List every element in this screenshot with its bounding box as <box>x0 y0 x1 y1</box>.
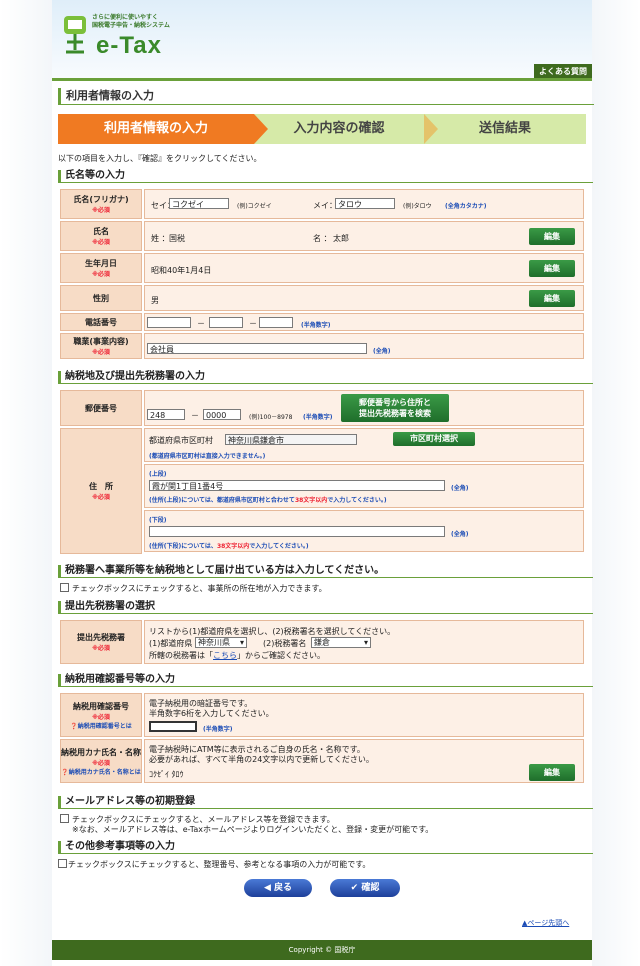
tax-office-section-heading: 提出先税務署の選択 <box>58 601 593 614</box>
step-result: 送信結果 <box>424 114 586 144</box>
page: さらに便利に使いやすく 国税電子申告・納税システム e-Tax よくある質問 利用… <box>52 0 594 966</box>
tax-office-row: 提出先税務署 ※必須 リストから(1)都道府県を選択し、(2)税務署名を選択してく… <box>60 620 584 664</box>
confirm-section-heading: 納税用確認番号等の入力 <box>58 674 593 687</box>
kana-name-label: 納税用カナ氏名・名称 ※必須 ❓納税用カナ氏名・名称とは <box>60 739 142 783</box>
phone-input-3[interactable] <box>259 317 293 328</box>
back-button[interactable]: ◀ 戻る <box>244 879 312 897</box>
help-icon: ❓ <box>70 722 78 730</box>
phone-input-1[interactable] <box>147 317 191 328</box>
address-label: 住 所 ※必須 <box>60 428 142 554</box>
pin-input[interactable] <box>149 721 197 732</box>
name-section-heading: 氏名等の入力 <box>58 170 593 183</box>
city-select-button[interactable]: 市区町村選択 <box>393 432 475 446</box>
address-section-heading: 納税地及び提出先税務署の入力 <box>58 371 593 384</box>
chevron-down-icon: ▾ <box>363 638 368 647</box>
office-section-heading: 税務署へ事業所等を納税地として届け出ている方は入力してください。 <box>58 565 593 578</box>
step-indicator: 利用者情報の入力 入力内容の確認 送信結果 <box>58 114 586 144</box>
birth-value: 昭和40年1月4日 <box>151 266 212 275</box>
office-checkbox-label: チェックボックスにチェックすると、事業所の所在地が入力できます。 <box>72 584 327 593</box>
other-checkbox[interactable] <box>58 859 67 868</box>
page-title: 利用者情報の入力 <box>58 88 594 105</box>
phone-row: 電話番号 － － (半角数字) <box>60 313 584 331</box>
tax-office-select[interactable]: 鎌倉 ▾ <box>311 637 371 648</box>
address-upper-input[interactable]: 霞が関1丁目1番4号 <box>149 480 445 491</box>
gender-row: 性別 男 編集 <box>60 285 584 311</box>
postal-label: 郵便番号 <box>60 390 142 426</box>
header: さらに便利に使いやすく 国税電子申告・納税システム e-Tax よくある質問 <box>52 0 592 79</box>
phone-input-2[interactable] <box>209 317 243 328</box>
pin-row: 納税用確認番号 ※必須 ❓納税用確認番号とは 電子納税用の暗証番号です。 半角数字6… <box>60 693 584 737</box>
gender-value: 男 <box>151 296 159 305</box>
etax-logo-icon <box>64 16 86 54</box>
name-label: 氏名 ※必須 <box>60 221 142 251</box>
logo-tagline: さらに便利に使いやすく 国税電子申告・納税システム <box>92 14 170 29</box>
pin-help-link[interactable]: ❓納税用確認番号とは <box>61 721 141 730</box>
mail-section-heading: メールアドレス等の初期登録 <box>58 796 593 809</box>
phone-label: 電話番号 <box>60 313 142 331</box>
check-icon: ✔ <box>350 883 359 893</box>
postal-input-2[interactable]: 0000 <box>203 409 241 420</box>
pin-label: 納税用確認番号 ※必須 ❓納税用確認番号とは <box>60 693 142 737</box>
birth-row: 生年月日 ※必須 昭和40年1月4日 編集 <box>60 253 584 283</box>
header-divider <box>52 78 592 81</box>
first-name-value: 太郎 <box>333 234 349 243</box>
city-input: 神奈川県鎌倉市 <box>225 434 357 445</box>
gender-label: 性別 <box>60 285 142 311</box>
step-arrow-icon <box>254 114 268 144</box>
kana-row: 氏名(フリガナ) ※必須 セイ： コクゼイ (例)コクゼイ メイ： タロウ (例)… <box>60 189 584 219</box>
name-row: 氏名 ※必須 姓 ： 国税 名 ： 太郎 編集 <box>60 221 584 251</box>
kana-name-value: ｺｸｾﾞｲ ﾀﾛｳ <box>149 770 184 779</box>
other-section-heading: その他参考事項等の入力 <box>58 841 593 854</box>
intro-text: 以下の項目を入力し、『確認』をクリックしてください。 <box>58 154 262 163</box>
kana-help-link[interactable]: ❓納税用カナ氏名・名称とは <box>61 767 141 776</box>
address-lower-input[interactable] <box>149 526 445 537</box>
postal-search-button[interactable]: 郵便番号から住所と 提出先税務署を検索 <box>341 394 449 422</box>
faq-link[interactable]: よくある質問 <box>534 64 592 79</box>
edit-name-button[interactable]: 編集 <box>529 228 575 245</box>
job-row: 職業(事業内容) ※必須 会社員 (全角) <box>60 333 584 359</box>
postal-input-1[interactable]: 248 <box>147 409 185 420</box>
postal-row: 郵便番号 248 － 0000 (例)100－8978 (半角数字) 郵便番号か… <box>60 390 584 426</box>
edit-kana-button[interactable]: 編集 <box>529 764 575 781</box>
confirm-button[interactable]: ✔ 確認 <box>330 879 400 897</box>
office-lookup-link[interactable]: こちら <box>213 651 237 660</box>
page-top-link[interactable]: ▲ページ先頭へ <box>522 918 569 928</box>
address-row: 住 所 ※必須 都道府県市区町村 神奈川県鎌倉市 市区町村選択 (都道府県市区町村… <box>60 428 584 554</box>
kana-name-row: 納税用カナ氏名・名称 ※必須 ❓納税用カナ氏名・名称とは 電子納税時にATM等に表示… <box>60 739 584 783</box>
kana-label: 氏名(フリガナ) ※必須 <box>60 189 142 219</box>
footer: Copyright © 国税庁 <box>52 940 592 960</box>
arrow-left-icon: ◀ <box>263 883 271 893</box>
step-arrow-icon <box>424 114 438 144</box>
step-input: 利用者情報の入力 <box>58 114 254 144</box>
edit-gender-button[interactable]: 編集 <box>529 290 575 307</box>
last-name-value: 国税 <box>169 234 185 243</box>
chevron-down-icon: ▾ <box>239 638 244 647</box>
mei-input[interactable]: タロウ <box>335 198 395 209</box>
mail-checkbox[interactable] <box>60 814 69 823</box>
job-label: 職業(事業内容) ※必須 <box>60 333 142 359</box>
logo-text: e-Tax <box>96 32 162 59</box>
office-checkbox[interactable] <box>60 583 69 592</box>
edit-birth-button[interactable]: 編集 <box>529 260 575 277</box>
prefecture-select[interactable]: 神奈川県 ▾ <box>195 637 247 648</box>
sei-input[interactable]: コクゼイ <box>169 198 229 209</box>
help-icon: ❓ <box>61 768 69 776</box>
step-confirm: 入力内容の確認 <box>254 114 424 144</box>
birth-label: 生年月日 ※必須 <box>60 253 142 283</box>
tax-office-label: 提出先税務署 ※必須 <box>60 620 142 664</box>
job-input[interactable]: 会社員 <box>147 343 367 354</box>
